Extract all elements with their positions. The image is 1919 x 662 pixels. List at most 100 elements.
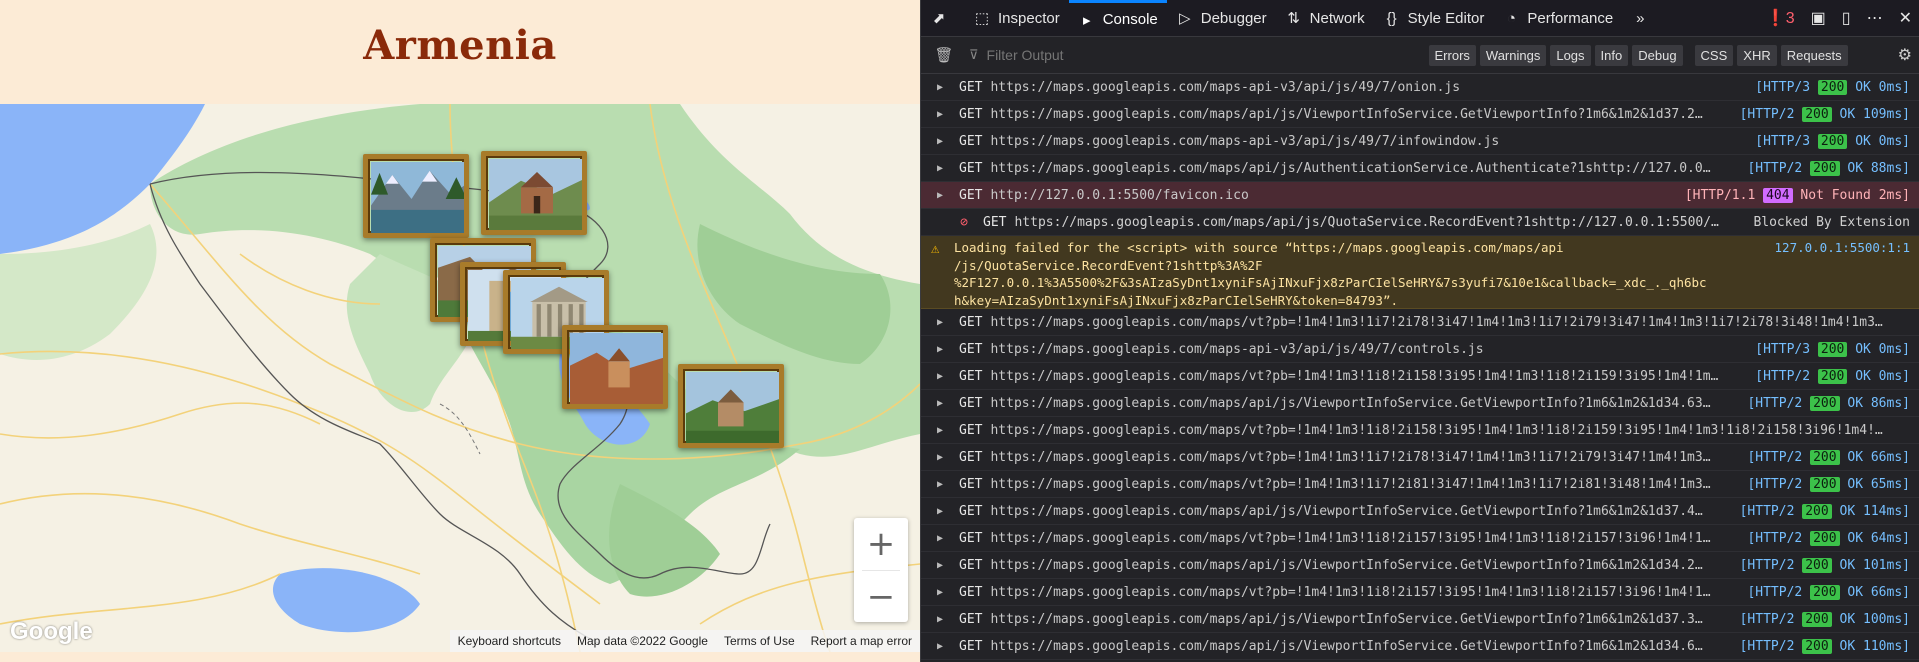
request-url[interactable]: https://maps.googleapis.com/maps/api/js/… (990, 107, 1731, 122)
expand-arrow-icon[interactable]: ▶ (931, 533, 949, 544)
photo-marker-1[interactable] (363, 154, 469, 238)
expand-arrow-icon[interactable]: ▶ (931, 506, 949, 517)
console-log-row[interactable]: ▶ GET https://maps.googleapis.com/maps/api… (921, 552, 1919, 579)
request-url[interactable]: https://maps.googleapis.com/maps/api/js/… (990, 161, 1739, 176)
request-url[interactable]: https://maps.googleapis.com/maps/api/js/… (990, 558, 1731, 573)
request-status: Blocked By Extension (1753, 215, 1910, 230)
filter-warnings-button[interactable]: Warnings (1479, 44, 1547, 66)
console-log-row[interactable]: ▶ GET http://127.0.0.1:5500/favicon.ico [HT… (921, 182, 1919, 209)
expand-arrow-icon[interactable]: ▶ (931, 587, 949, 598)
console-log-row[interactable]: ▶ GET https://maps.googleapis.com/maps/api… (921, 606, 1919, 633)
filter-info-button[interactable]: Info (1594, 44, 1629, 66)
filter-xhr-button[interactable]: XHR (1737, 44, 1777, 66)
console-log-row[interactable]: ▶ GET https://maps.googleapis.com/maps-api… (921, 336, 1919, 363)
tab-style-editor[interactable]: {} Style Editor (1374, 0, 1494, 36)
close-icon[interactable]: ✕ (1891, 8, 1919, 28)
expand-arrow-icon[interactable]: ▶ (931, 614, 949, 625)
filter-requests-button[interactable]: Requests (1780, 44, 1848, 66)
request-url[interactable]: https://maps.googleapis.com/maps/vt?pb=!… (990, 585, 1739, 600)
request-url[interactable]: https://maps.googleapis.com/maps/api/js/… (990, 612, 1731, 627)
console-log-row[interactable]: ▶ GET https://maps.googleapis.com/maps/api… (921, 155, 1919, 182)
console-log-row[interactable]: ▶ GET https://maps.googleapis.com/maps-api… (921, 74, 1919, 101)
photo-marker-7[interactable] (678, 364, 784, 448)
request-url[interactable]: https://maps.googleapis.com/maps/vt?pb=!… (990, 423, 1919, 438)
expand-arrow-icon[interactable]: ▶ (931, 109, 949, 120)
tab-performance[interactable]: ◔ Performance (1493, 0, 1622, 36)
filter-logs-button[interactable]: Logs (1550, 44, 1591, 66)
expand-arrow-icon[interactable]: ▶ (931, 452, 949, 463)
filter-css-button[interactable]: CSS (1694, 44, 1734, 66)
console-log-row[interactable]: ▶ GET https://maps.googleapis.com/maps/api… (921, 390, 1919, 417)
request-url[interactable]: https://maps.googleapis.com/maps/vt?pb=!… (990, 369, 1747, 384)
console-log-row[interactable]: ▶ GET https://maps.googleapis.com/maps/vt?… (921, 309, 1919, 336)
more-options-icon[interactable]: ⋯ (1859, 8, 1891, 28)
request-url[interactable]: https://maps.googleapis.com/maps/api/js/… (990, 396, 1739, 411)
terms-of-use-link[interactable]: Terms of Use (716, 634, 803, 648)
status-code-badge: 200 (1810, 476, 1840, 492)
request-url[interactable]: https://maps.googleapis.com/maps/vt?pb=!… (990, 315, 1919, 330)
filter-debug-button[interactable]: Debug (1632, 44, 1683, 66)
trash-icon[interactable]: 🗑 (933, 46, 955, 64)
expand-arrow-icon[interactable]: ▶ (931, 136, 949, 147)
request-url[interactable]: https://maps.googleapis.com/maps/api/js/… (1014, 215, 1745, 230)
filter-output-input[interactable] (984, 46, 1429, 64)
status-code-badge: 200 (1810, 160, 1840, 176)
keyboard-shortcuts-link[interactable]: Keyboard shortcuts (450, 634, 569, 648)
request-url[interactable]: https://maps.googleapis.com/maps/vt?pb=!… (990, 531, 1739, 546)
google-logo[interactable]: Google (10, 618, 93, 646)
request-url[interactable]: https://maps.googleapis.com/maps-api-v3/… (990, 342, 1747, 357)
request-url[interactable]: https://maps.googleapis.com/maps/api/js/… (990, 639, 1731, 654)
console-log-row[interactable]: ▶ GET https://maps.googleapis.com/maps/api… (921, 101, 1919, 128)
expand-arrow-icon[interactable]: ▶ (931, 398, 949, 409)
request-status: [HTTP/2 200 OK 0ms] (1755, 368, 1910, 384)
console-log-row[interactable]: ▶ GET https://maps.googleapis.com/maps/vt?… (921, 417, 1919, 444)
tab-debugger[interactable]: ▷ Debugger (1167, 0, 1276, 36)
console-log-row[interactable]: ▶ GET https://maps.googleapis.com/maps/vt?… (921, 579, 1919, 606)
request-status: [HTTP/3 200 OK 0ms] (1755, 79, 1910, 95)
request-url[interactable]: http://127.0.0.1:5500/favicon.ico (990, 188, 1676, 203)
console-settings-gear-icon[interactable]: ⚙ (1898, 45, 1912, 65)
element-picker-button[interactable]: ⬈ (921, 0, 964, 36)
console-log-row[interactable]: ▶ GET https://maps.googleapis.com/maps-api… (921, 128, 1919, 155)
console-warning: ⚠ Loading failed for the <script> with so… (921, 236, 1919, 309)
request-url[interactable]: https://maps.googleapis.com/maps/api/js/… (990, 504, 1731, 519)
map[interactable]: + − Google Keyboard shortcuts Map data ©… (0, 104, 920, 652)
expand-arrow-icon[interactable]: ▶ (931, 190, 949, 201)
warning-icon: ⚠ (931, 241, 940, 257)
expand-arrow-icon[interactable]: ▶ (931, 479, 949, 490)
error-count-badge[interactable]: ❗3 (1758, 8, 1803, 28)
more-tools-button[interactable]: » (1622, 0, 1665, 36)
tab-network[interactable]: ⇅ Network (1276, 0, 1374, 36)
warning-source-link[interactable]: 127.0.0.1:5500:1:1 (1775, 240, 1910, 255)
split-console-icon[interactable]: ▣ (1803, 8, 1834, 28)
expand-arrow-icon[interactable]: ▶ (931, 560, 949, 571)
zoom-in-button[interactable]: + (854, 518, 908, 570)
zoom-out-button[interactable]: − (854, 571, 908, 623)
expand-arrow-icon[interactable]: ▶ (931, 163, 949, 174)
filter-errors-button[interactable]: Errors (1428, 44, 1476, 66)
tab-console[interactable]: ▸ Console (1068, 0, 1167, 36)
console-log-row[interactable]: ▶ GET https://maps.googleapis.com/maps/vt?… (921, 525, 1919, 552)
photo-marker-6[interactable] (562, 325, 668, 409)
request-url[interactable]: https://maps.googleapis.com/maps-api-v3/… (990, 80, 1747, 95)
tab-inspector[interactable]: ⬚ Inspector (964, 0, 1069, 36)
responsive-design-icon[interactable]: ▯ (1834, 8, 1859, 28)
expand-arrow-icon[interactable]: ▶ (931, 371, 949, 382)
expand-arrow-icon[interactable]: ▶ (931, 317, 949, 328)
request-url[interactable]: https://maps.googleapis.com/maps/vt?pb=!… (990, 477, 1739, 492)
console-log-row[interactable]: ▶ GET https://maps.googleapis.com/maps/api… (921, 498, 1919, 525)
console-log-row[interactable]: ▶ GET https://maps.googleapis.com/maps/vt?… (921, 471, 1919, 498)
console-log-row[interactable]: ⊘ GET https://maps.googleapis.com/maps/api… (921, 209, 1919, 236)
report-map-error-link[interactable]: Report a map error (803, 634, 920, 648)
expand-arrow-icon[interactable]: ▶ (931, 425, 949, 436)
console-log-row[interactable]: ▶ GET https://maps.googleapis.com/maps/vt?… (921, 363, 1919, 390)
photo-marker-2[interactable] (481, 151, 587, 235)
console-log-row[interactable]: ▶ GET https://maps.googleapis.com/maps/vt?… (921, 444, 1919, 471)
console-log-row[interactable]: ▶ GET https://maps.googleapis.com/maps/api… (921, 633, 1919, 660)
request-status: [HTTP/2 200 OK 65ms] (1747, 476, 1910, 492)
expand-arrow-icon[interactable]: ▶ (931, 641, 949, 652)
expand-arrow-icon[interactable]: ▶ (931, 82, 949, 93)
request-url[interactable]: https://maps.googleapis.com/maps/vt?pb=!… (990, 450, 1739, 465)
expand-arrow-icon[interactable]: ▶ (931, 344, 949, 355)
request-url[interactable]: https://maps.googleapis.com/maps-api-v3/… (990, 134, 1747, 149)
